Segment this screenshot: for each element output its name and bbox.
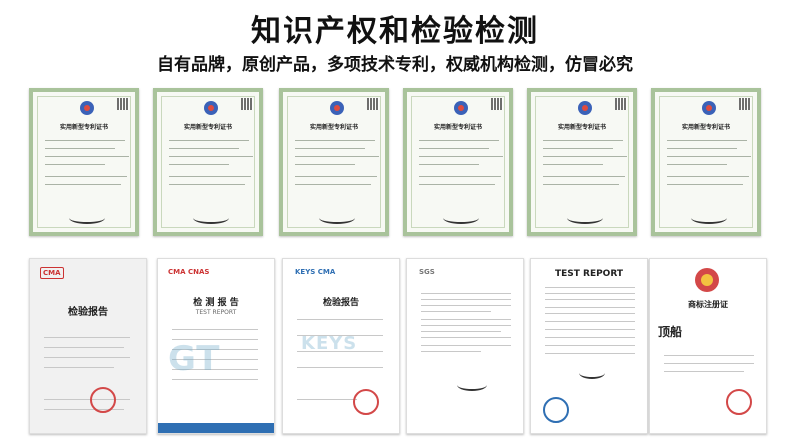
emblem-icon [695, 268, 719, 292]
cma-logo-icon: CMA [40, 267, 64, 279]
report-title: 检验报告 [322, 298, 359, 308]
seal-icon [204, 101, 218, 115]
signature [567, 212, 603, 224]
patent-certificate: 实用新型专利证书 [279, 88, 389, 236]
patent-certificate: 实用新型专利证书 [651, 88, 761, 236]
certificate-title: 实用新型专利证书 [309, 124, 358, 131]
signature [69, 212, 105, 224]
signature [457, 379, 487, 391]
patent-certificate: 实用新型专利证书 [29, 88, 139, 236]
qr-code-icon [739, 98, 751, 110]
seal-icon [330, 101, 344, 115]
certificate-title: 实用新型专利证书 [433, 124, 482, 131]
test-report: SGS [406, 258, 524, 434]
seal-icon [702, 101, 716, 115]
signature [691, 212, 727, 224]
footer-band [158, 423, 274, 433]
sgs-logo-icon: SGS [419, 268, 435, 276]
report-title: 商标注册证 [688, 300, 728, 309]
certificate-title: 实用新型专利证书 [681, 124, 730, 131]
signature [319, 212, 355, 224]
cma-cnas-logo-icon: CMA CNAS [168, 268, 210, 276]
signature [443, 212, 479, 224]
keys-logo-icon: KEYS CMA [295, 268, 336, 276]
qr-code-icon [117, 98, 129, 110]
page-title: 知识产权和检验检测 [251, 14, 539, 49]
certificate-title: 实用新型专利证书 [183, 124, 232, 131]
patent-certificate: 实用新型专利证书 [153, 88, 263, 236]
certificate-title: 实用新型专利证书 [557, 124, 606, 131]
seal-icon [578, 101, 592, 115]
report-subtitle: TEST REPORT [195, 309, 237, 316]
test-report: CMA CNAS 检 测 报 告 TEST REPORT GT [157, 258, 275, 434]
report-title: 检 测 报 告 [193, 298, 239, 308]
test-report: KEYS CMA 检验报告 KEYS [282, 258, 400, 434]
test-report: CMA 检验报告 [29, 258, 147, 434]
watermark: GT [168, 339, 221, 379]
signature [193, 212, 229, 224]
red-stamp-icon [726, 389, 752, 415]
red-stamp-icon [353, 389, 379, 415]
qr-code-icon [241, 98, 253, 110]
red-stamp-icon [90, 387, 116, 413]
qr-code-icon [367, 98, 379, 110]
certificate-title: 实用新型专利证书 [59, 124, 108, 131]
trademark-name: 顶船 [658, 325, 683, 339]
report-title: 检验报告 [68, 307, 108, 318]
watermark: KEYS [301, 333, 358, 354]
qr-code-icon [615, 98, 627, 110]
seal-icon [80, 101, 94, 115]
page-subtitle: 自有品牌，原创产品，多项技术专利，权威机构检测，仿冒必究 [157, 55, 633, 75]
patent-certificate: 实用新型专利证书 [403, 88, 513, 236]
qr-code-icon [491, 98, 503, 110]
patent-certificate: 实用新型专利证书 [527, 88, 637, 236]
signature [579, 367, 605, 379]
trademark-certificate: 商标注册证 顶船 [649, 258, 767, 434]
test-report: TEST REPORT [530, 258, 648, 434]
blue-stamp-icon [543, 397, 569, 423]
report-title: TEST REPORT [554, 269, 624, 279]
seal-icon [454, 101, 468, 115]
